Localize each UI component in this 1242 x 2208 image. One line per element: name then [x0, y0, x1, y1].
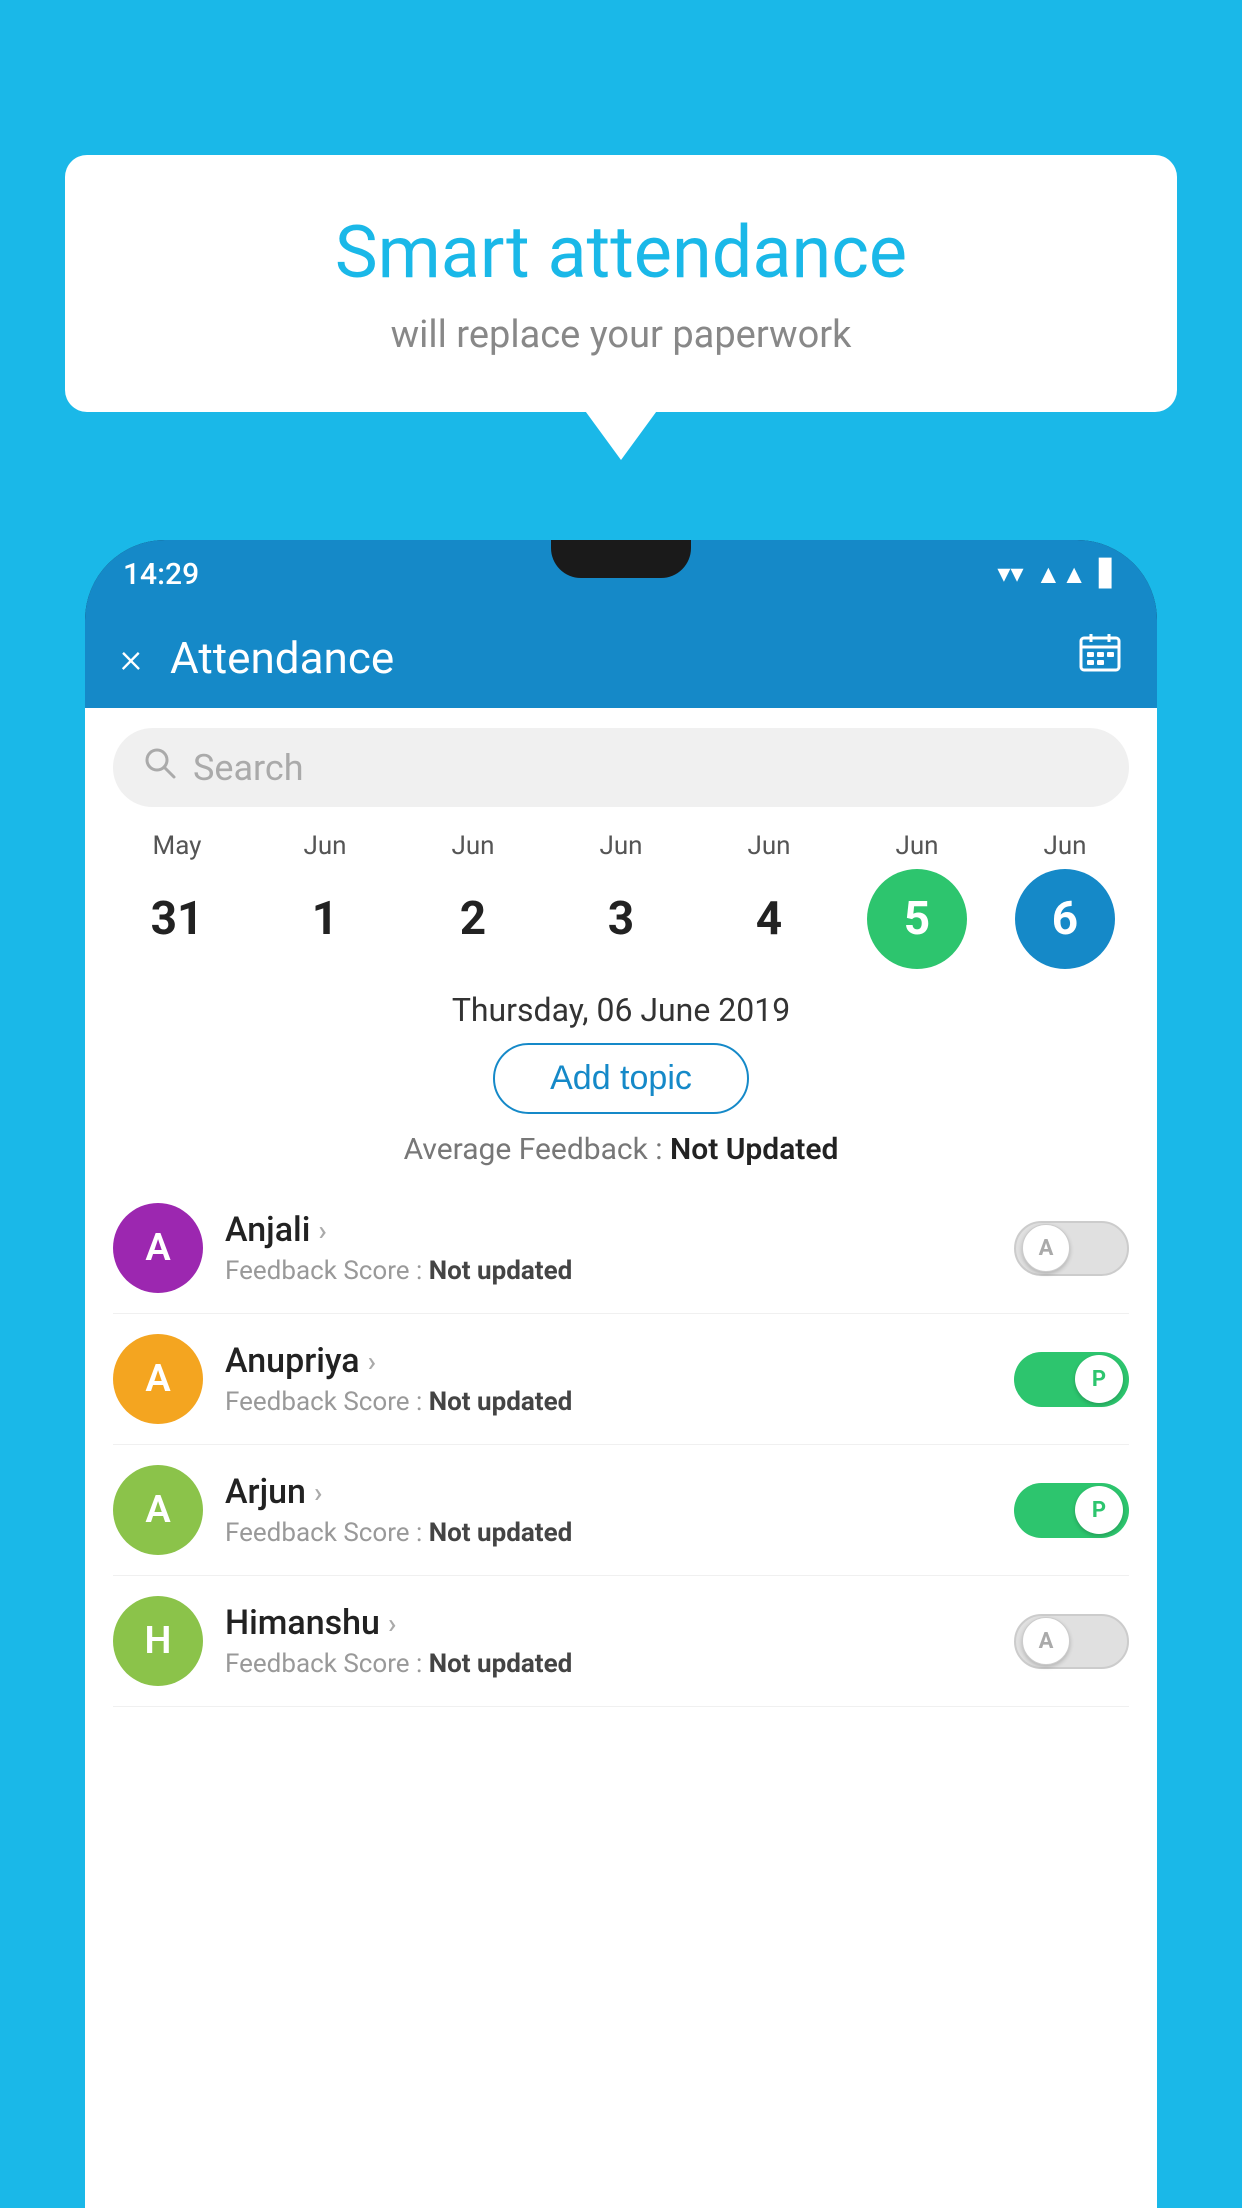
toggle-knob: A — [1022, 1224, 1070, 1272]
cal-date-number[interactable]: 31 — [127, 869, 227, 969]
student-name: Arjun › — [225, 1472, 1014, 1512]
cal-date-number[interactable]: 1 — [275, 869, 375, 969]
avatar: A — [113, 1334, 203, 1424]
calendar-row: May 31 Jun 1 Jun 2 Jun 3 Jun 4 Jun 5 Jun 6 — [85, 821, 1157, 969]
student-item[interactable]: A Anupriya › Feedback Score : Not updated P — [113, 1314, 1129, 1445]
app-bar: × Attendance — [85, 608, 1157, 708]
student-info: Arjun › Feedback Score : Not updated — [225, 1472, 1014, 1548]
calendar-day[interactable]: Jun 2 — [413, 831, 533, 969]
bubble-title: Smart attendance — [125, 210, 1117, 295]
student-feedback: Feedback Score : Not updated — [225, 1387, 1014, 1417]
feedback-value: Not updated — [429, 1649, 573, 1679]
cal-month-label: Jun — [303, 831, 346, 861]
calendar-icon[interactable] — [1078, 631, 1122, 685]
add-topic-button[interactable]: Add topic — [493, 1043, 749, 1114]
battery-icon: ▋ — [1099, 559, 1119, 589]
cal-month-label: Jun — [895, 831, 938, 861]
feedback-value: Not updated — [429, 1387, 573, 1417]
cal-month-label: Jun — [1043, 831, 1086, 861]
cal-month-label: Jun — [599, 831, 642, 861]
toggle-knob: P — [1075, 1355, 1123, 1403]
student-name: Himanshu › — [225, 1603, 1014, 1643]
signal-icon: ▲▲ — [1036, 559, 1087, 590]
toggle-knob: P — [1075, 1486, 1123, 1534]
cal-month-label: Jun — [451, 831, 494, 861]
student-info: Anjali › Feedback Score : Not updated — [225, 1210, 1014, 1286]
avatar: A — [113, 1203, 203, 1293]
wifi-icon: ▾▾ — [997, 559, 1023, 589]
phone-notch — [551, 540, 691, 578]
phone-screen: Search May 31 Jun 1 Jun 2 Jun 3 Jun 4 Jun 5 Jun 6 Thu… — [85, 708, 1157, 2208]
student-feedback: Feedback Score : Not updated — [225, 1256, 1014, 1286]
avg-feedback-value: Not Updated — [670, 1132, 838, 1167]
student-item[interactable]: A Arjun › Feedback Score : Not updated P — [113, 1445, 1129, 1576]
toggle-container[interactable]: A — [1014, 1614, 1129, 1669]
avg-feedback-label: Average Feedback : — [404, 1132, 670, 1167]
app-bar-title: Attendance — [170, 632, 1078, 684]
student-info: Anupriya › Feedback Score : Not updated — [225, 1341, 1014, 1417]
feedback-value: Not updated — [429, 1256, 573, 1286]
cal-date-number[interactable]: 4 — [719, 869, 819, 969]
chevron-icon: › — [388, 1607, 396, 1640]
calendar-day[interactable]: Jun 5 — [857, 831, 977, 969]
attendance-toggle[interactable]: A — [1014, 1614, 1129, 1669]
search-icon — [143, 746, 177, 789]
student-info: Himanshu › Feedback Score : Not updated — [225, 1603, 1014, 1679]
toggle-container[interactable]: P — [1014, 1352, 1129, 1407]
search-bar[interactable]: Search — [113, 728, 1129, 807]
chevron-icon: › — [318, 1214, 326, 1247]
status-time: 14:29 — [123, 557, 199, 592]
chevron-icon: › — [368, 1345, 376, 1378]
feedback-value: Not updated — [429, 1518, 573, 1548]
calendar-day[interactable]: Jun 6 — [1005, 831, 1125, 969]
cal-date-number[interactable]: 3 — [571, 869, 671, 969]
student-feedback: Feedback Score : Not updated — [225, 1518, 1014, 1548]
cal-month-label: May — [153, 831, 202, 861]
search-input[interactable]: Search — [193, 747, 304, 789]
average-feedback: Average Feedback : Not Updated — [85, 1132, 1157, 1167]
student-name: Anjali › — [225, 1210, 1014, 1250]
phone-frame: 14:29 ▾▾ ▲▲ ▋ × Attendance — [85, 540, 1157, 2208]
speech-bubble: Smart attendance will replace your paper… — [65, 155, 1177, 412]
close-button[interactable]: × — [120, 634, 142, 683]
selected-date: Thursday, 06 June 2019 — [85, 991, 1157, 1029]
status-icons: ▾▾ ▲▲ ▋ — [997, 559, 1119, 590]
attendance-toggle[interactable]: P — [1014, 1352, 1129, 1407]
student-item[interactable]: H Himanshu › Feedback Score : Not updated A — [113, 1576, 1129, 1707]
bubble-subtitle: will replace your paperwork — [125, 313, 1117, 357]
avatar: A — [113, 1465, 203, 1555]
toggle-container[interactable]: A — [1014, 1221, 1129, 1276]
cal-date-number[interactable]: 2 — [423, 869, 523, 969]
calendar-day[interactable]: Jun 3 — [561, 831, 681, 969]
cal-date-number[interactable]: 6 — [1015, 869, 1115, 969]
student-list: AAnjali ›Feedback Score : Not updatedAAA… — [85, 1183, 1157, 1707]
avatar: H — [113, 1596, 203, 1686]
speech-bubble-container: Smart attendance will replace your paper… — [65, 155, 1177, 412]
cal-month-label: Jun — [747, 831, 790, 861]
calendar-day[interactable]: Jun 1 — [265, 831, 385, 969]
student-item[interactable]: AAnjali ›Feedback Score : Not updatedA — [113, 1183, 1129, 1314]
student-name: Anupriya › — [225, 1341, 1014, 1381]
calendar-day[interactable]: Jun 4 — [709, 831, 829, 969]
chevron-icon: › — [314, 1476, 322, 1509]
attendance-toggle[interactable]: P — [1014, 1483, 1129, 1538]
calendar-day[interactable]: May 31 — [117, 831, 237, 969]
cal-date-number[interactable]: 5 — [867, 869, 967, 969]
toggle-container[interactable]: P — [1014, 1483, 1129, 1538]
attendance-toggle[interactable]: A — [1014, 1221, 1129, 1276]
student-feedback: Feedback Score : Not updated — [225, 1649, 1014, 1679]
toggle-knob: A — [1022, 1617, 1070, 1665]
